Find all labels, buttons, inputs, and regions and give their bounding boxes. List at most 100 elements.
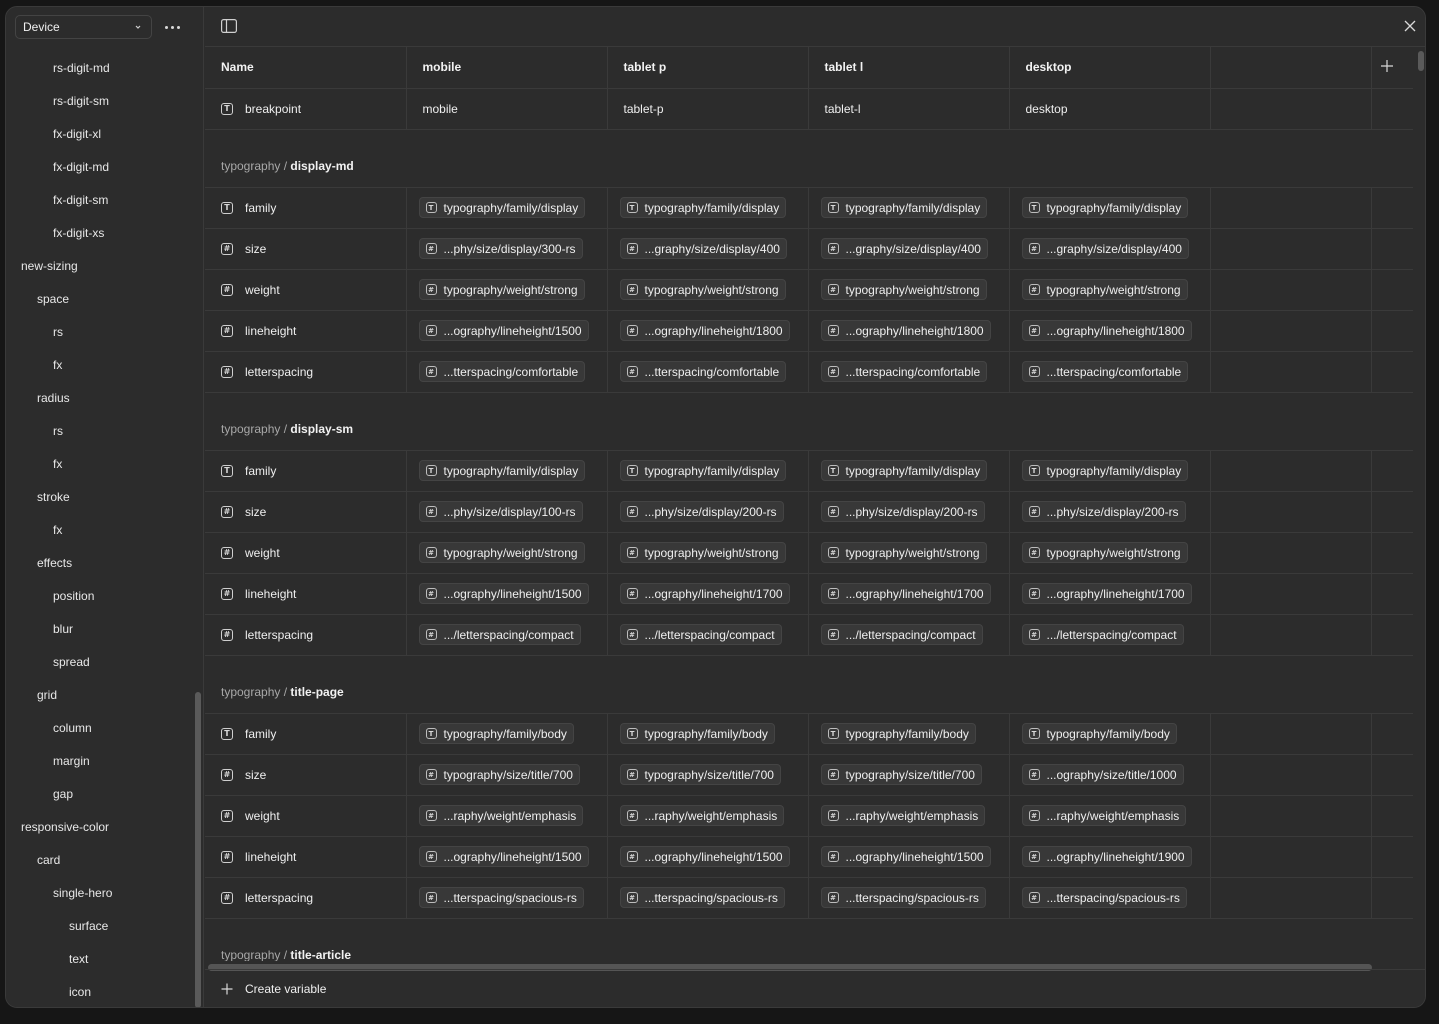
- variable-name-cell[interactable]: # weight: [205, 795, 407, 837]
- table-row[interactable]: # lineheight # ...ography/lineheight/1500 #.…: [205, 310, 1413, 352]
- sidebar-scrollbar[interactable]: [194, 47, 203, 1007]
- variable-name-cell[interactable]: # size: [205, 491, 407, 533]
- sidebar-item[interactable]: rs: [6, 415, 194, 448]
- alias-pill[interactable]: # ...tterspacing/spacious-rs: [1021, 887, 1187, 908]
- table-vertical-scrollbar[interactable]: [1416, 47, 1425, 961]
- alias-pill[interactable]: # ...raphy/weight/emphasis: [619, 805, 785, 826]
- table-row[interactable]: # letterspacing # ...tterspacing/spacious-r…: [205, 877, 1413, 919]
- column-header-mode[interactable]: tablet p: [607, 47, 809, 89]
- sidebar-item[interactable]: fx-digit-sm: [6, 184, 194, 217]
- variable-value-cell[interactable]: Ttypography/family/display: [607, 450, 809, 492]
- variable-name-cell[interactable]: # weight: [205, 532, 407, 574]
- table-row[interactable]: # size # ...phy/size/display/100-rs # ...phy/…: [205, 491, 1413, 533]
- alias-pill[interactable]: # typography/weight/strong: [619, 542, 786, 563]
- variable-value-cell[interactable]: # ...tterspacing/spacious-rs: [808, 877, 1010, 919]
- column-header-name[interactable]: Name: [205, 47, 407, 89]
- variable-value-cell[interactable]: # ...graphy/size/display/400: [808, 228, 1010, 270]
- table-row[interactable]: Tfamily Ttypography/family/display Ttypogr…: [205, 450, 1413, 492]
- variable-value-cell[interactable]: Ttypography/family/display: [1009, 187, 1211, 229]
- variable-value-cell[interactable]: # typography/size/title/700: [607, 754, 809, 796]
- table-row[interactable]: # letterspacing # .../letterspacing/compact…: [205, 614, 1413, 656]
- alias-pill[interactable]: # ...phy/size/display/100-rs: [418, 501, 583, 522]
- alias-pill[interactable]: Ttypography/family/body: [820, 723, 976, 744]
- sidebar-item[interactable]: rs: [6, 316, 194, 349]
- variable-value-cell[interactable]: # typography/size/title/700: [808, 754, 1010, 796]
- alias-pill[interactable]: # typography/weight/strong: [418, 279, 585, 300]
- alias-pill[interactable]: # ...tterspacing/comfortable: [418, 361, 586, 382]
- alias-pill[interactable]: Ttypography/family/body: [1021, 723, 1177, 744]
- alias-pill[interactable]: # ...graphy/size/display/400: [619, 238, 787, 259]
- alias-pill[interactable]: # ...tterspacing/comfortable: [1021, 361, 1189, 382]
- variable-value-cell[interactable]: # ...phy/size/display/100-rs: [406, 491, 608, 533]
- table-row[interactable]: # size # typography/size/title/700 # typograp…: [205, 754, 1413, 796]
- sidebar-item[interactable]: effects: [6, 547, 194, 580]
- variable-value-cell[interactable]: # ...ography/lineheight/1900: [1009, 836, 1211, 878]
- sidebar-item[interactable]: rs-digit-sm: [6, 85, 194, 118]
- sidebar-item[interactable]: card: [6, 844, 194, 877]
- variable-name-cell[interactable]: Tfamily: [205, 187, 407, 229]
- variable-value-cell[interactable]: # ...ography/lineheight/1800: [607, 310, 809, 352]
- vertical-scrollbar-thumb[interactable]: [1418, 51, 1424, 71]
- variable-value-cell[interactable]: # ...ography/lineheight/1500: [808, 836, 1010, 878]
- alias-pill[interactable]: # ...ography/lineheight/1700: [619, 583, 790, 604]
- variable-name-cell[interactable]: Tfamily: [205, 450, 407, 492]
- variable-value-cell[interactable]: # typography/weight/strong: [1009, 532, 1211, 574]
- variable-value-cell[interactable]: Ttypography/family/display: [406, 450, 608, 492]
- variable-value-cell[interactable]: Ttypography/family/body: [406, 713, 608, 755]
- alias-pill[interactable]: # ...ography/lineheight/1500: [418, 583, 589, 604]
- alias-pill[interactable]: # ...graphy/size/display/400: [1021, 238, 1189, 259]
- sidebar-item[interactable]: fx: [6, 349, 194, 382]
- alias-pill[interactable]: # typography/size/title/700: [619, 764, 781, 785]
- variable-value-cell[interactable]: tablet-p: [607, 88, 809, 130]
- table-row[interactable]: # weight # typography/weight/strong # typogra…: [205, 269, 1413, 311]
- variable-value-cell[interactable]: # ...graphy/size/display/400: [1009, 228, 1211, 270]
- variable-value-cell[interactable]: # ...ography/lineheight/1800: [808, 310, 1010, 352]
- column-header-mode[interactable]: mobile: [406, 47, 608, 89]
- variable-value-cell[interactable]: # ...phy/size/display/300-rs: [406, 228, 608, 270]
- variable-value-cell[interactable]: # typography/weight/strong: [607, 269, 809, 311]
- alias-pill[interactable]: # typography/size/title/700: [820, 764, 982, 785]
- mode-dropdown[interactable]: Device: [15, 15, 152, 39]
- variable-value-cell[interactable]: # ...tterspacing/comfortable: [607, 351, 809, 393]
- variable-value-cell[interactable]: # ...ography/lineheight/1700: [808, 573, 1010, 615]
- sidebar-item[interactable]: stroke: [6, 481, 194, 514]
- alias-pill[interactable]: Ttypography/family/display: [820, 197, 988, 218]
- variable-value-cell[interactable]: # ...ography/size/title/1000: [1009, 754, 1211, 796]
- sidebar-item[interactable]: blur: [6, 613, 194, 646]
- variable-value-cell[interactable]: Ttypography/family/display: [808, 450, 1010, 492]
- sidebar-item[interactable]: space: [6, 283, 194, 316]
- sidebar-item[interactable]: text: [6, 943, 194, 976]
- alias-pill[interactable]: # ...phy/size/display/200-rs: [1021, 501, 1186, 522]
- alias-pill[interactable]: # ...raphy/weight/emphasis: [1021, 805, 1187, 826]
- sidebar-item[interactable]: fx-digit-md: [6, 151, 194, 184]
- column-header-mode[interactable]: desktop: [1009, 47, 1211, 89]
- alias-pill[interactable]: # ...ography/lineheight/1900: [1021, 846, 1192, 867]
- close-icon[interactable]: [1403, 19, 1417, 33]
- alias-pill[interactable]: Ttypography/family/display: [418, 460, 586, 481]
- sidebar-item[interactable]: position: [6, 580, 194, 613]
- alias-pill[interactable]: # ...ography/lineheight/1500: [418, 846, 589, 867]
- alias-pill[interactable]: # typography/weight/strong: [1021, 279, 1188, 300]
- alias-pill[interactable]: Ttypography/family/display: [418, 197, 586, 218]
- alias-pill[interactable]: # ...ography/lineheight/1500: [619, 846, 790, 867]
- variable-value-cell[interactable]: # ...ography/lineheight/1500: [406, 573, 608, 615]
- variable-name-cell[interactable]: # letterspacing: [205, 877, 407, 919]
- variable-value-cell[interactable]: Ttypography/family/body: [1009, 713, 1211, 755]
- variable-value-cell[interactable]: # ...ography/lineheight/1500: [406, 310, 608, 352]
- variable-value-cell[interactable]: Ttypography/family/display: [607, 187, 809, 229]
- variable-value-cell[interactable]: Ttypography/family/display: [406, 187, 608, 229]
- variable-value-cell[interactable]: Ttypography/family/display: [808, 187, 1010, 229]
- alias-pill[interactable]: # ...tterspacing/spacious-rs: [418, 887, 584, 908]
- alias-pill[interactable]: Ttypography/family/display: [1021, 460, 1189, 481]
- alias-pill[interactable]: # typography/weight/strong: [1021, 542, 1188, 563]
- alias-pill[interactable]: # .../letterspacing/compact: [418, 624, 581, 645]
- variable-value-cell[interactable]: # .../letterspacing/compact: [808, 614, 1010, 656]
- alias-pill[interactable]: # ...phy/size/display/200-rs: [820, 501, 985, 522]
- alias-pill[interactable]: # ...ography/lineheight/1700: [1021, 583, 1192, 604]
- variable-value-cell[interactable]: # ...ography/lineheight/1700: [1009, 573, 1211, 615]
- alias-pill[interactable]: # .../letterspacing/compact: [619, 624, 782, 645]
- variable-name-cell[interactable]: # letterspacing: [205, 614, 407, 656]
- alias-pill[interactable]: # ...phy/size/display/300-rs: [418, 238, 583, 259]
- variable-value-cell[interactable]: # ...phy/size/display/200-rs: [1009, 491, 1211, 533]
- variable-value-cell[interactable]: # ...tterspacing/spacious-rs: [1009, 877, 1211, 919]
